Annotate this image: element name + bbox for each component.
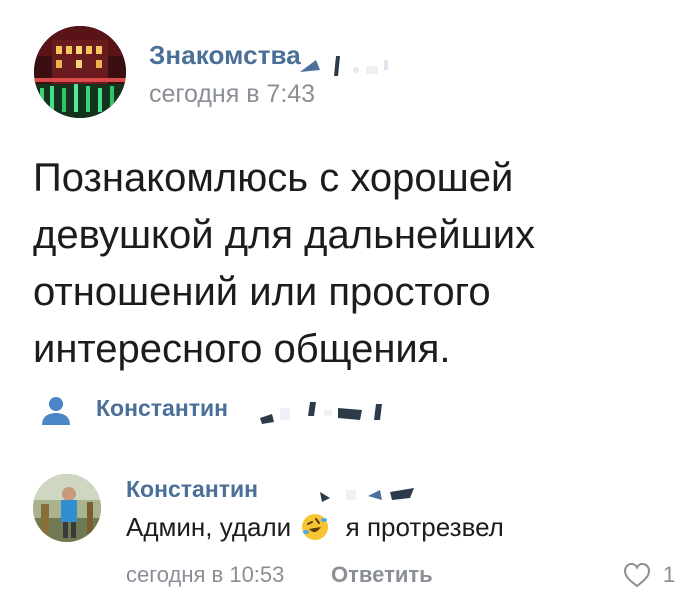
post-header: Знакомства сегодня в 7:43 [34,26,674,122]
comment-text-before: Админ, удали [126,512,292,542]
decorative-icons [260,402,382,424]
comment: Константин Админ, удали я протрезвел сег… [33,470,683,590]
commenter-name[interactable]: Константин [126,476,258,503]
rolling-on-floor-laughing-emoji [302,514,329,540]
like-button[interactable]: 1 [623,560,683,590]
reply-button[interactable]: Ответить [331,562,433,588]
decorative-icons [320,488,414,502]
like-count: 1 [663,562,676,587]
decorative-icons [300,56,388,76]
commenter-avatar-image [33,474,101,542]
post-time: сегодня в 7:43 [149,80,316,108]
comment-text-after: я протрезвел [345,512,504,542]
heart-outline-icon [623,562,651,588]
person-icon [42,397,70,425]
comment-text: Админ, удали я протрезвел [126,512,504,543]
post-author-name[interactable]: Константин [96,395,228,422]
commenter-avatar[interactable] [33,474,101,542]
post-author[interactable]: Константин [40,392,640,432]
comment-time: сегодня в 10:53 [126,562,285,587]
group-avatar-image [34,26,126,118]
post-text: Познакомлюсь с хорошей девушкой для даль… [33,156,536,371]
group-name[interactable]: Знакомства [149,40,301,71]
group-avatar[interactable] [34,26,126,118]
